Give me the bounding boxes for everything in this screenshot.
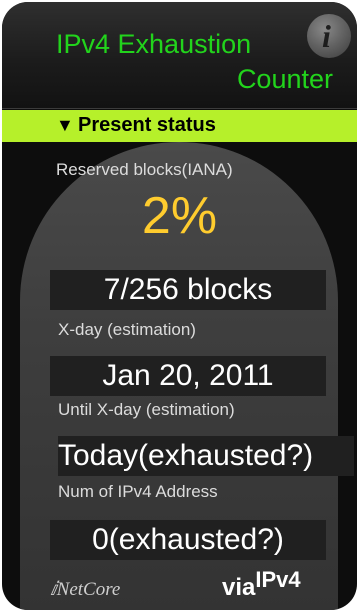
num-addresses-label: Num of IPv4 Address xyxy=(58,482,218,501)
via-text: via xyxy=(222,574,256,601)
info-glyph: i xyxy=(322,18,331,54)
until-xday-value: Today(exhausted?) xyxy=(58,436,354,476)
via-ipv4-link[interactable]: viaIPv4 xyxy=(222,567,301,602)
ipv4-widget: IPv4 Exhaustion Counter i ▼ Present stat… xyxy=(2,2,357,610)
info-icon[interactable]: i xyxy=(307,14,351,58)
reserved-blocks-value: 7/256 blocks xyxy=(50,270,326,310)
present-status-label: Present status xyxy=(78,114,216,136)
widget-subtitle: Counter xyxy=(236,64,333,94)
netcore-logo: ⅈNetCore xyxy=(50,579,121,600)
num-addresses-value: 0(exhausted?) xyxy=(50,520,326,560)
ipv4-text: IPv4 xyxy=(255,567,301,592)
until-xday-label: Until X-day (estimation) xyxy=(58,400,235,419)
collapse-arrow-icon: ▼ xyxy=(56,115,74,135)
header: IPv4 Exhaustion Counter i xyxy=(2,2,357,109)
widget-title: IPv4 Exhaustion xyxy=(56,29,252,59)
reserved-blocks-label: Reserved blocks(IANA) xyxy=(56,160,233,179)
present-status-toggle[interactable]: ▼ Present status xyxy=(2,110,357,142)
xday-value: Jan 20, 2011 xyxy=(50,356,326,396)
xday-label: X-day (estimation) xyxy=(58,320,196,339)
netcore-brand: NetCore xyxy=(56,579,121,600)
reserved-percent: 2% xyxy=(141,187,218,245)
